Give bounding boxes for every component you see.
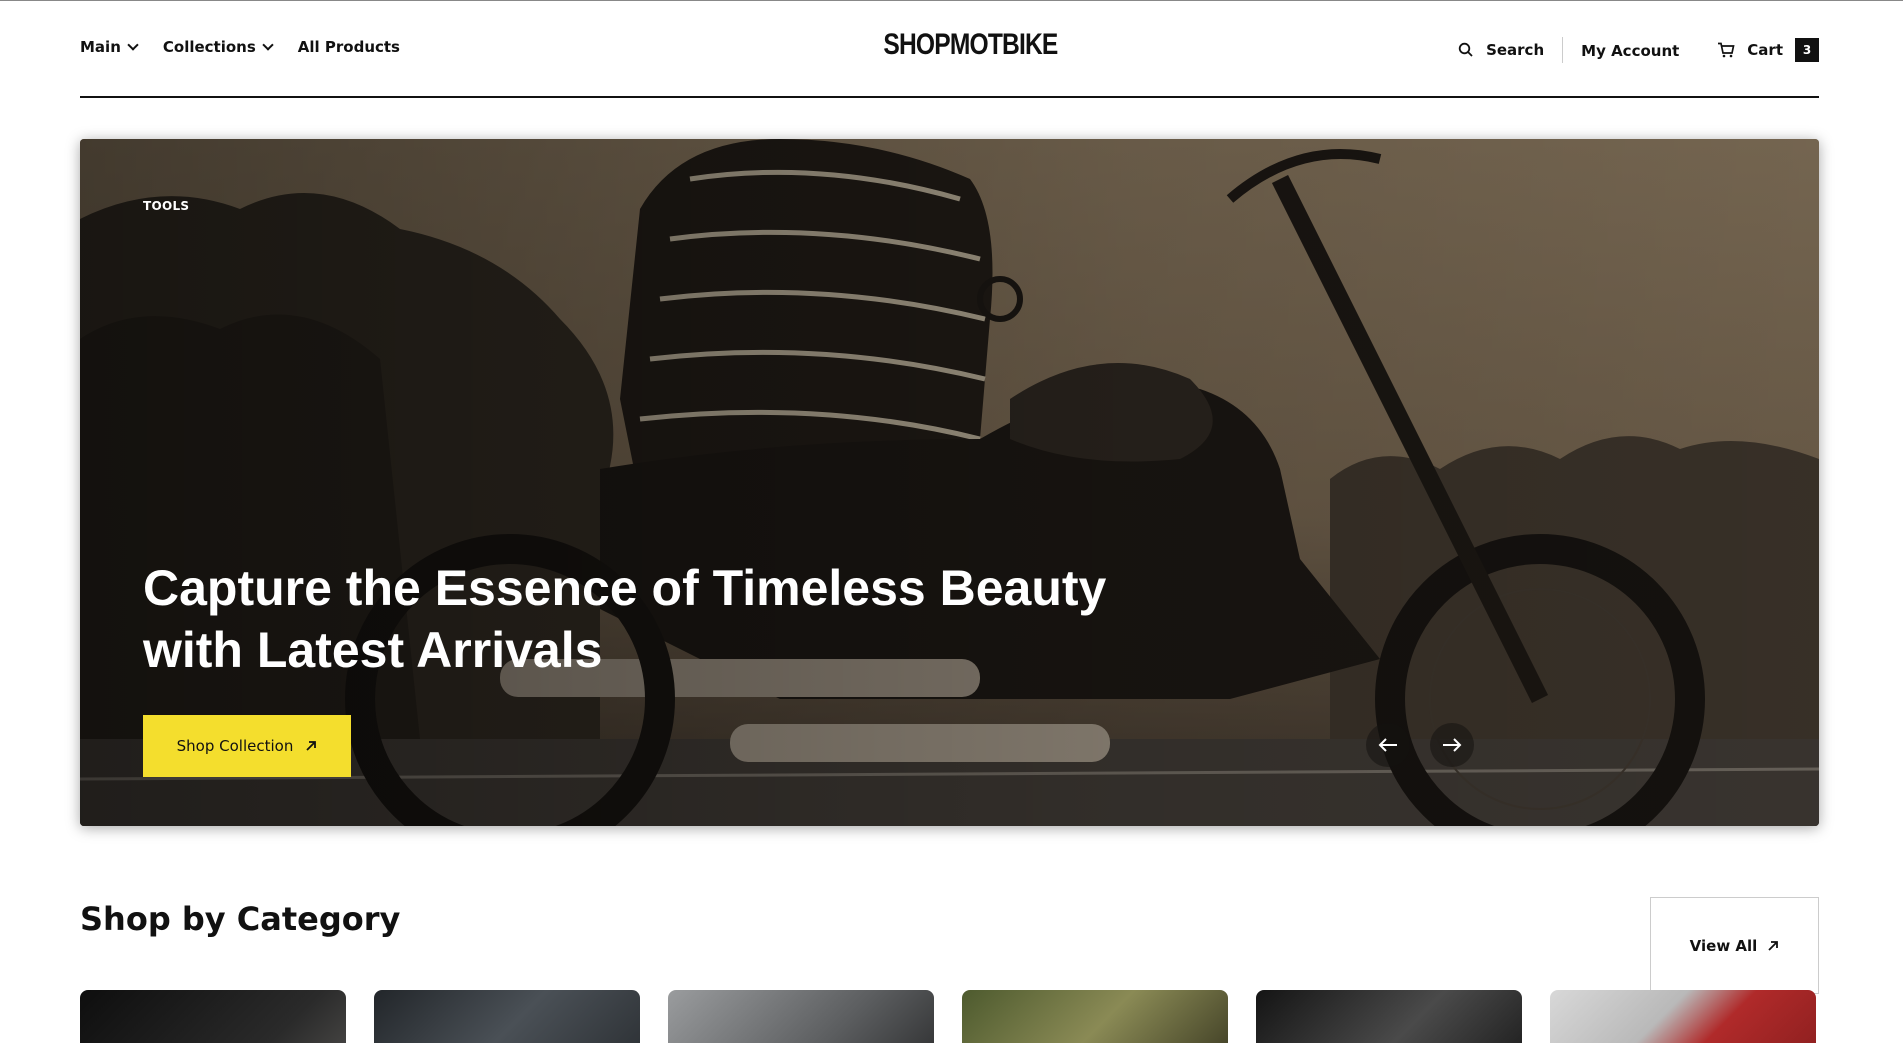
cart-count-badge: 3 [1795, 38, 1819, 62]
category-card-1[interactable] [80, 990, 346, 1043]
cart-label: Cart [1747, 41, 1783, 59]
cart-icon [1718, 42, 1735, 58]
site-header: Main Collections All Products SHOPMOTBIK… [80, 0, 1819, 98]
arrow-right-icon [1443, 738, 1462, 752]
hero-headline-line-2: with Latest Arrivals [143, 622, 603, 678]
site-logo[interactable]: SHOPMOTBIKE [883, 28, 1058, 62]
category-card-3[interactable] [668, 990, 934, 1043]
category-card-5[interactable] [1256, 990, 1522, 1043]
search-icon [1458, 42, 1473, 57]
cart-button[interactable]: Cart 3 [1717, 38, 1819, 62]
arrow-up-right-icon [1768, 940, 1779, 951]
hero-category-tag: TOOLS [143, 199, 190, 213]
nav-main-label: Main [80, 38, 121, 56]
main-nav: Main Collections All Products [80, 38, 400, 56]
category-cards [80, 990, 1816, 1043]
nav-main[interactable]: Main [80, 38, 139, 56]
view-all-button[interactable]: View All [1650, 897, 1819, 994]
nav-collections[interactable]: Collections [162, 38, 274, 56]
my-account-link[interactable]: My Account [1581, 42, 1679, 60]
shop-by-category-title: Shop by Category [80, 900, 401, 938]
utility-nav: Search My Account Cart 3 [1458, 37, 1819, 63]
shop-collection-button[interactable]: Shop Collection [143, 715, 351, 777]
category-card-2[interactable] [374, 990, 640, 1043]
nav-all-products[interactable]: All Products [298, 38, 400, 56]
arrow-left-icon [1378, 738, 1397, 752]
view-all-label: View All [1689, 936, 1758, 955]
hero-prev-button[interactable] [1366, 723, 1410, 767]
hero-banner: TOOLS Capture the Essence of Timeless Be… [80, 139, 1819, 826]
category-card-4[interactable] [962, 990, 1228, 1043]
category-card-6[interactable] [1550, 990, 1816, 1043]
arrow-up-right-icon [306, 741, 317, 751]
hero-headline-line-1: Capture the Essence of Timeless Beauty [143, 560, 1107, 616]
my-account-label: My Account [1581, 42, 1680, 60]
search-button[interactable]: Search [1458, 41, 1544, 59]
hero-next-button[interactable] [1430, 723, 1474, 767]
search-label: Search [1486, 41, 1545, 59]
nav-divider [1562, 37, 1564, 63]
chevron-down-icon [127, 38, 139, 51]
nav-all-products-label: All Products [297, 38, 400, 56]
chevron-down-icon [262, 38, 274, 51]
nav-collections-label: Collections [162, 38, 256, 56]
shop-collection-label: Shop Collection [176, 737, 294, 755]
hero-headline: Capture the Essence of Timeless Beauty w… [143, 557, 1143, 681]
